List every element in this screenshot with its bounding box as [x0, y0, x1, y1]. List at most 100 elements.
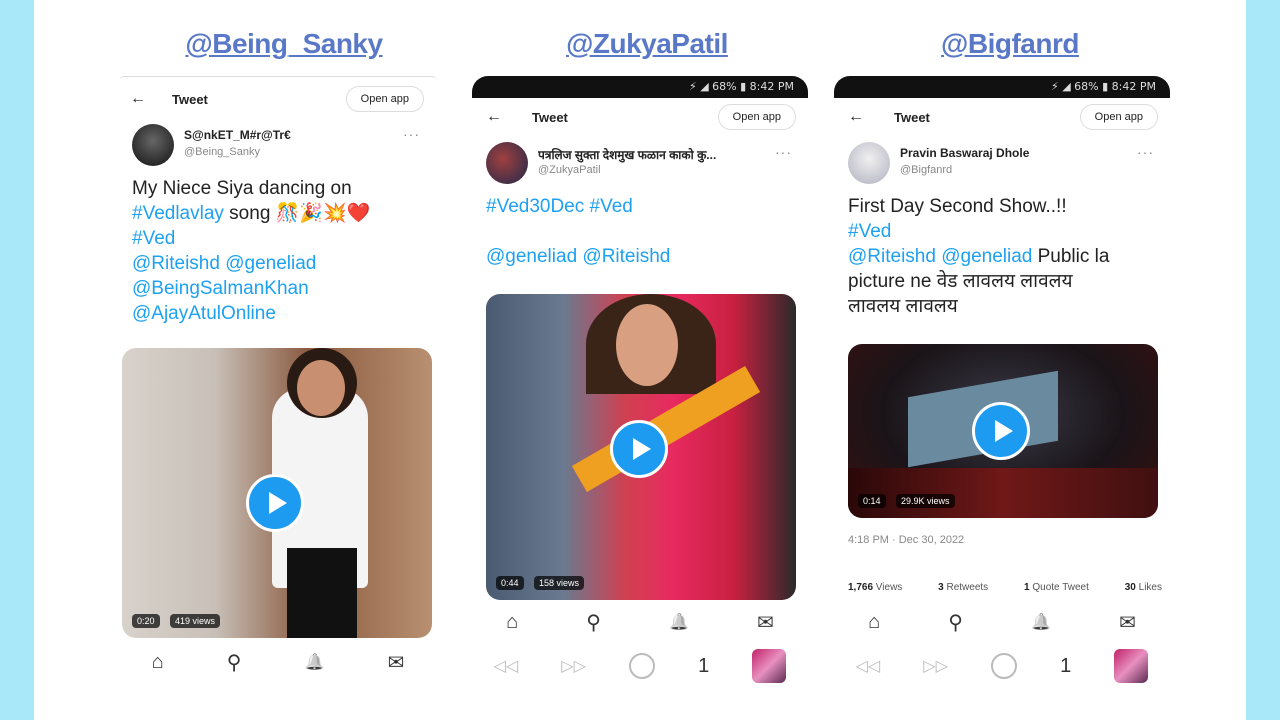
bell-icon[interactable]: 🔔 [305, 652, 325, 672]
collage-background: @Being_Sanky @ZukyaPatil @Bigfanrd ← Twe… [34, 0, 1246, 720]
tweet-line: @BeingSalmanKhan [132, 276, 424, 301]
more-options-icon[interactable]: ··· [1137, 144, 1154, 160]
tweet-header: ← Tweet Open app [120, 80, 436, 120]
tweet-header: ← Tweet Open app [834, 98, 1170, 138]
tweet-link[interactable]: #Vedlavlay [132, 203, 224, 224]
tweet-text-segment: picture ne वेड लावलय लावलय [848, 271, 1073, 292]
tweet-text-segment: लावलय लावलय [848, 296, 958, 317]
tweet-author: Pravin Baswaraj Dhole @Bigfanrd ··· [834, 138, 1170, 188]
browser-forward-icon[interactable]: ▷▷ [561, 656, 586, 676]
tweet-text: #Ved30Dec #Ved @geneliad @Riteishd [472, 188, 808, 269]
tweet-line: #Ved [848, 219, 1158, 244]
search-icon[interactable]: ⚲ [586, 610, 601, 635]
author-name[interactable]: Pravin Baswaraj Dhole [900, 146, 1029, 160]
avatar[interactable] [848, 142, 890, 184]
tweet-screen-1: ← Tweet Open app S@nkET_M#r@Tr€ @Being_S… [120, 76, 436, 688]
play-icon[interactable] [246, 474, 304, 532]
video-duration: 0:20 [132, 614, 160, 628]
tweet-text-segment: song 🎊🎉💥❤️ [223, 203, 371, 224]
avatar[interactable] [486, 142, 528, 184]
tweet-line: @Riteishd @geneliad [132, 251, 424, 276]
tweet-line [486, 219, 796, 244]
video-duration: 0:44 [496, 576, 524, 590]
tweet-link[interactable]: @Riteishd @geneliad [132, 253, 316, 274]
author-name[interactable]: पत्रलिज सुक्ता देशमुख फळान काको कु... [538, 146, 716, 163]
home-icon[interactable]: ⌂ [868, 611, 880, 634]
tweet-link[interactable]: @Riteishd @geneliad [848, 246, 1032, 267]
author-handle[interactable]: @ZukyaPatil [538, 164, 601, 176]
video-views: 419 views [170, 614, 221, 628]
author-name[interactable]: S@nkET_M#r@Tr€ [184, 128, 291, 142]
tab-count[interactable]: 1 [698, 655, 709, 678]
back-arrow-icon[interactable]: ← [848, 108, 864, 126]
video-views: 158 views [534, 576, 585, 590]
mail-icon[interactable]: ✉ [1119, 610, 1136, 635]
tweet-link[interactable]: @BeingSalmanKhan [132, 278, 309, 299]
tweet-link[interactable]: #Ved [848, 221, 891, 242]
search-icon[interactable]: ⚲ [948, 610, 963, 635]
stat-item[interactable]: 1 Quote Tweet [1024, 582, 1089, 593]
header-title: Tweet [532, 110, 568, 125]
tweet-link[interactable]: @geneliad @Riteishd [486, 246, 670, 267]
stat-item[interactable]: 1,766 Views [848, 582, 902, 593]
handle-label-1[interactable]: @Being_Sanky [114, 28, 454, 60]
profile-avatar[interactable] [752, 649, 787, 683]
home-icon[interactable]: ⌂ [506, 611, 518, 634]
avatar[interactable] [132, 124, 174, 166]
home-icon[interactable]: ⌂ [152, 651, 164, 674]
tweet-timestamp: 4:18 PM · Dec 30, 2022 [848, 534, 965, 546]
video-thumbnail[interactable]: 0:14 29.9K views [848, 344, 1158, 518]
play-icon[interactable] [610, 420, 668, 478]
tab-count[interactable]: 1 [1060, 655, 1071, 678]
tweet-author: पत्रलिज सुक्ता देशमुख फळान काको कु... @Z… [472, 138, 808, 188]
search-icon[interactable]: ⚲ [227, 650, 242, 675]
video-duration: 0:14 [858, 494, 886, 508]
tweet-link[interactable]: #Ved [132, 228, 175, 249]
bell-icon[interactable]: 🔔 [1031, 612, 1051, 632]
tweet-author: S@nkET_M#r@Tr€ @Being_Sanky ··· [120, 120, 436, 170]
bottom-nav: ⌂ ⚲ 🔔 ✉ [472, 600, 808, 644]
tweet-stats: 1,766 Views 3 Retweets 1 Quote Tweet 30 Lik… [848, 582, 1162, 593]
handle-label-2[interactable]: @ZukyaPatil [477, 28, 817, 60]
profile-avatar[interactable] [1114, 649, 1149, 683]
tweet-header: ← Tweet Open app [472, 98, 808, 138]
browser-forward-icon[interactable]: ▷▷ [923, 656, 948, 676]
header-title: Tweet [894, 110, 930, 125]
stat-item[interactable]: 30 Likes [1125, 582, 1162, 593]
more-options-icon[interactable]: ··· [403, 126, 420, 142]
tweet-link[interactable]: #Ved30Dec #Ved [486, 196, 633, 217]
play-icon[interactable] [972, 402, 1030, 460]
author-handle[interactable]: @Bigfanrd [900, 164, 952, 176]
bell-icon[interactable]: 🔔 [669, 612, 689, 632]
reload-icon[interactable] [629, 653, 656, 679]
handle-label-3[interactable]: @Bigfanrd [840, 28, 1180, 60]
status-bar: ⚡ ◢ 68% ▮ 8:42 PM [834, 76, 1170, 98]
reload-icon[interactable] [991, 653, 1018, 679]
tweet-text-segment: Public la [1032, 246, 1110, 267]
open-app-button[interactable]: Open app [345, 86, 424, 112]
tweet-line: @geneliad @Riteishd [486, 244, 796, 269]
back-arrow-icon[interactable]: ← [486, 108, 502, 126]
tweet-line: First Day Second Show..!! [848, 194, 1158, 219]
video-thumbnail[interactable]: 0:44 158 views [486, 294, 796, 600]
open-app-button[interactable]: Open app [1079, 104, 1158, 130]
mail-icon[interactable]: ✉ [388, 650, 405, 675]
back-arrow-icon[interactable]: ← [130, 90, 146, 108]
tweet-text: My Niece Siya dancing on #Vedlavlay song … [120, 170, 436, 326]
browser-toolbar: ◁◁ ▷▷ 1 [834, 644, 1170, 688]
more-options-icon[interactable]: ··· [775, 144, 792, 160]
bottom-nav: ⌂ ⚲ 🔔 ✉ [120, 640, 436, 684]
browser-back-icon[interactable]: ◁◁ [494, 656, 519, 676]
video-views: 29.9K views [896, 494, 955, 508]
tweet-link[interactable]: @AjayAtulOnline [132, 303, 276, 324]
stat-item[interactable]: 3 Retweets [938, 582, 988, 593]
tweet-line: My Niece Siya dancing on [132, 176, 424, 201]
tweet-line: #Ved30Dec #Ved [486, 194, 796, 219]
tweet-line: #Ved [132, 226, 424, 251]
tweet-text-segment: My Niece Siya dancing on [132, 178, 352, 199]
mail-icon[interactable]: ✉ [757, 610, 774, 635]
author-handle[interactable]: @Being_Sanky [184, 146, 260, 158]
browser-back-icon[interactable]: ◁◁ [856, 656, 881, 676]
video-thumbnail[interactable]: 0:20 419 views [122, 348, 432, 638]
open-app-button[interactable]: Open app [717, 104, 796, 130]
